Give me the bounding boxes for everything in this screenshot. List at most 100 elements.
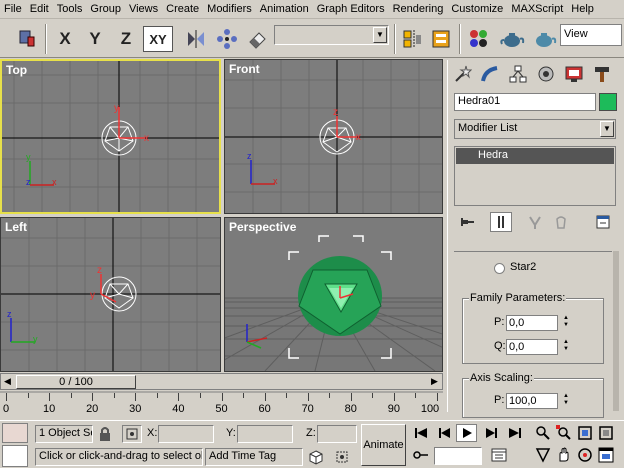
restrict-xy-button[interactable]: XY	[143, 26, 173, 52]
viewport-left[interactable]: Left y z z y	[0, 217, 221, 372]
restrict-y-button[interactable]: Y	[82, 24, 108, 54]
menu-maxscript[interactable]: MAXScript	[507, 0, 567, 19]
configure-sets-button[interactable]	[592, 212, 614, 232]
viewport-label-left[interactable]: Left	[5, 220, 27, 234]
menu-graph-editors[interactable]: Graph Editors	[313, 0, 389, 19]
eraser-button[interactable]	[244, 24, 270, 54]
render-type-field[interactable]: View	[560, 24, 622, 46]
add-time-tag-button[interactable]: Add Time Tag	[205, 448, 303, 466]
make-unique-button[interactable]	[524, 212, 546, 232]
menu-views[interactable]: Views	[125, 0, 162, 19]
current-frame-input[interactable]	[434, 447, 482, 465]
tab-create[interactable]	[448, 60, 476, 87]
menu-create[interactable]: Create	[162, 0, 203, 19]
tab-motion[interactable]	[532, 60, 560, 87]
array-button[interactable]	[214, 24, 240, 54]
pan-button[interactable]	[553, 446, 574, 464]
menu-modifiers[interactable]: Modifiers	[203, 0, 256, 19]
remove-modifier-button[interactable]	[550, 212, 572, 232]
tab-utilities[interactable]	[588, 60, 616, 87]
named-selection-dropdown[interactable]: ▼	[274, 25, 389, 45]
menu-file[interactable]: File	[0, 0, 26, 19]
tab-display[interactable]	[560, 60, 588, 87]
selection-lock-button[interactable]	[98, 426, 112, 442]
trackbar[interactable]: 0 10 20 30 40 50 60 70 80 90 100	[0, 391, 443, 419]
zoom-button[interactable]	[532, 424, 553, 442]
family-p-input[interactable]: 0,0	[506, 315, 558, 331]
tab-modify[interactable]	[476, 60, 504, 87]
menu-group[interactable]: Group	[86, 0, 125, 19]
show-end-result-button[interactable]	[490, 212, 512, 232]
pin-stack-button[interactable]	[456, 212, 478, 232]
family-q-spinner[interactable]: ▲ ▼	[561, 339, 571, 355]
time-slider-right-arrow[interactable]: ▶	[431, 376, 438, 387]
star2-radio[interactable]	[494, 263, 505, 274]
time-configuration-button[interactable]	[488, 446, 509, 464]
track-view-button[interactable]	[429, 24, 453, 54]
maximize-viewport-button[interactable]	[595, 446, 616, 464]
viewport-front[interactable]: Front z x z x	[224, 59, 443, 214]
trackbar-tick	[49, 393, 51, 401]
family-p-spinner[interactable]: ▲ ▼	[561, 315, 571, 331]
time-slider-thumb[interactable]: 0 / 100	[16, 375, 136, 389]
material-editor-button[interactable]	[466, 24, 492, 54]
time-config-icon	[491, 448, 506, 462]
viewport-top[interactable]: Top y x y z x	[0, 59, 221, 214]
object-color-swatch[interactable]	[599, 93, 617, 111]
family-q-input[interactable]: 0,0	[506, 339, 558, 355]
go-to-end-button[interactable]	[504, 424, 525, 442]
menu-edit[interactable]: Edit	[26, 0, 53, 19]
degradation-override-button[interactable]	[306, 448, 326, 466]
stack-item-hedra[interactable]: Hedra	[456, 148, 614, 164]
menu-rendering[interactable]: Rendering	[389, 0, 448, 19]
zoom-extents-button[interactable]	[574, 424, 595, 442]
quick-render-button[interactable]	[530, 24, 558, 54]
restrict-x-button[interactable]: X	[52, 24, 78, 54]
viewport-label-top[interactable]: Top	[6, 63, 27, 77]
maxscript-mini-input[interactable]	[2, 445, 28, 467]
magnifier-icon	[535, 426, 550, 440]
mirror-button[interactable]	[183, 24, 209, 54]
mirror-icon	[188, 30, 204, 48]
y-coord-input[interactable]	[237, 425, 293, 443]
skip-forward-icon	[508, 428, 521, 438]
zoom-extents-all-button[interactable]	[595, 424, 616, 442]
snap-toggle-button[interactable]	[332, 448, 352, 466]
render-scene-button[interactable]	[497, 24, 527, 54]
next-frame-button[interactable]	[480, 424, 501, 442]
command-panel-tabs	[448, 60, 624, 87]
field-of-view-button[interactable]	[532, 446, 553, 464]
maxscript-listener-mini[interactable]	[2, 423, 28, 443]
modifier-list-dropdown[interactable]: Modifier List ▼	[454, 119, 616, 139]
previous-frame-button[interactable]	[434, 424, 455, 442]
viewport-perspective[interactable]: Perspective	[224, 217, 443, 372]
time-slider[interactable]: ◀ 0 / 100 ▶	[0, 373, 443, 390]
zoom-all-button[interactable]	[553, 424, 574, 442]
tab-hierarchy[interactable]	[504, 60, 532, 87]
play-button[interactable]	[456, 424, 477, 442]
axis-p-spinner[interactable]: ▲ ▼	[561, 393, 571, 409]
animate-button[interactable]: Animate	[361, 424, 406, 466]
arc-rotate-button[interactable]	[574, 446, 595, 464]
menu-animation[interactable]: Animation	[256, 0, 313, 19]
next-frame-icon	[485, 428, 497, 438]
menu-customize[interactable]: Customize	[447, 0, 507, 19]
menu-tools[interactable]: Tools	[53, 0, 87, 19]
axis-p-input[interactable]: 100,0	[506, 393, 558, 409]
go-to-start-button[interactable]	[410, 424, 431, 442]
restrict-z-button[interactable]: Z	[113, 24, 139, 54]
command-panel-scrollbar[interactable]	[613, 251, 619, 411]
viewport-label-front[interactable]: Front	[229, 62, 260, 76]
z-coord-input[interactable]	[317, 425, 357, 443]
align-button[interactable]	[400, 24, 424, 54]
absolute-mode-toggle[interactable]	[122, 425, 142, 443]
make-unique-icon	[529, 216, 541, 229]
time-slider-left-arrow[interactable]: ◀	[4, 376, 11, 387]
key-mode-toggle[interactable]	[410, 446, 431, 464]
select-link-button[interactable]	[14, 24, 40, 54]
object-name-field[interactable]: Hedra01	[454, 93, 596, 111]
x-coord-input[interactable]	[158, 425, 214, 443]
viewport-label-perspective[interactable]: Perspective	[229, 220, 296, 234]
menu-help[interactable]: Help	[567, 0, 598, 19]
trackbar-tick-label: 60	[258, 403, 271, 415]
